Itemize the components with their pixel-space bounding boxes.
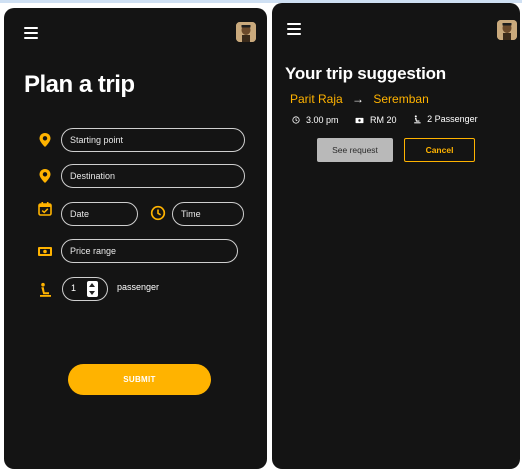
seat-icon — [40, 282, 51, 297]
location-pin-icon — [39, 133, 51, 147]
passenger-label: passenger — [117, 282, 160, 292]
date-input[interactable] — [61, 202, 138, 226]
trip-time-value: 3.00 pm — [306, 114, 339, 125]
cancel-button[interactable]: Cancel — [404, 138, 475, 162]
trip-time: 3.00 pm — [292, 115, 339, 125]
plan-trip-screen: Plan a trip 1 — [4, 8, 267, 469]
stepper-up-icon[interactable] — [89, 283, 95, 287]
seat-icon — [414, 114, 421, 123]
destination-input[interactable] — [61, 164, 245, 188]
destination-pin-icon — [39, 169, 51, 183]
route-destination: Seremban — [373, 92, 429, 106]
passenger-stepper[interactable]: 1 — [62, 277, 108, 301]
time-input[interactable] — [172, 202, 244, 226]
trip-passengers-value: 2 Passenger — [427, 114, 478, 124]
hamburger-menu-icon[interactable] — [287, 23, 301, 35]
calendar-icon — [38, 202, 52, 216]
stepper-arrows[interactable] — [87, 281, 98, 297]
money-icon — [38, 247, 52, 256]
stepper-down-icon[interactable] — [89, 291, 95, 295]
avatar-image-icon — [497, 20, 517, 40]
see-request-button[interactable]: See request — [317, 138, 393, 162]
trip-details: 3.00 pm RM 20 2 Passenger — [292, 114, 492, 126]
money-icon — [355, 117, 364, 123]
starting-point-input[interactable] — [61, 128, 245, 152]
page-title: Your trip suggestion — [285, 64, 446, 83]
passenger-count: 1 — [71, 283, 77, 293]
route-origin: Parit Raja — [290, 92, 343, 106]
avatar[interactable] — [497, 20, 517, 40]
trip-passengers: 2 Passenger — [413, 114, 478, 124]
submit-button[interactable]: SUBMIT — [68, 364, 211, 395]
trip-suggestion-screen: Your trip suggestion Parit Raja → Seremb… — [272, 3, 520, 469]
trip-price-value: RM 20 — [370, 115, 397, 125]
avatar-image-icon — [236, 22, 256, 42]
trip-price: RM 20 — [355, 115, 397, 125]
clock-icon — [292, 115, 300, 124]
hamburger-menu-icon[interactable] — [24, 27, 38, 39]
price-range-input[interactable] — [61, 239, 238, 263]
page-title: Plan a trip — [24, 71, 135, 98]
clock-icon — [150, 205, 166, 221]
trip-route: Parit Raja → Seremban — [290, 92, 429, 106]
route-arrow-icon: → — [352, 92, 365, 106]
avatar[interactable] — [236, 22, 256, 42]
